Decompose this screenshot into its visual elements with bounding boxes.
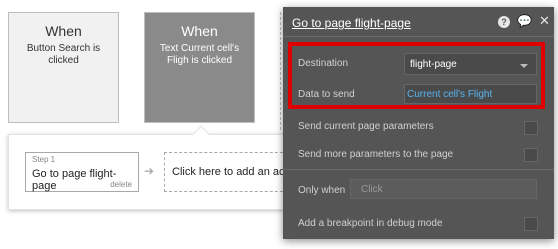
send-more-params-checkbox[interactable]: [524, 148, 538, 162]
send-current-params-checkbox[interactable]: [524, 121, 538, 135]
close-icon[interactable]: ✕: [539, 13, 550, 29]
step-card[interactable]: Step 1 Go to page flight-page delete: [25, 152, 139, 192]
send-current-params-label: Send current page parameters: [298, 121, 434, 132]
only-when-label: Only when: [298, 185, 346, 196]
only-when-placeholder: Click: [361, 184, 383, 195]
comment-icon[interactable]: 💬: [517, 14, 532, 28]
arrow-right-icon: ➔: [144, 164, 155, 178]
event-title: When: [45, 23, 82, 39]
help-icon[interactable]: ?: [498, 16, 510, 28]
breakpoint-checkbox[interactable]: [524, 217, 538, 231]
divider-dashed: [280, 12, 281, 130]
action-properties-panel: Go to page flight-page ? 💬 ✕ Destination…: [283, 7, 554, 239]
send-more-params-label: Send more parameters to the page: [298, 149, 454, 160]
step-number: Step 1: [32, 155, 56, 164]
breakpoint-label: Add a breakpoint in debug mode: [298, 218, 443, 229]
add-action-button[interactable]: Click here to add an action...: [164, 152, 298, 192]
event-card-text-current-cell[interactable]: When Text Current cell's Fligh is clicke…: [144, 12, 255, 123]
panel-header: Go to page flight-page ? 💬 ✕: [283, 7, 554, 37]
step-delete-link[interactable]: delete: [110, 180, 132, 189]
highlight-box: [288, 42, 545, 109]
event-description: Button Search is clicked: [26, 43, 101, 66]
divider: [283, 169, 554, 170]
panel-title[interactable]: Go to page flight-page: [292, 16, 411, 30]
only-when-field[interactable]: Click: [350, 179, 537, 199]
event-title: When: [181, 23, 218, 39]
event-card-button-search[interactable]: When Button Search is clicked: [8, 12, 119, 123]
event-description: Text Current cell's Fligh is clicked: [159, 43, 240, 66]
